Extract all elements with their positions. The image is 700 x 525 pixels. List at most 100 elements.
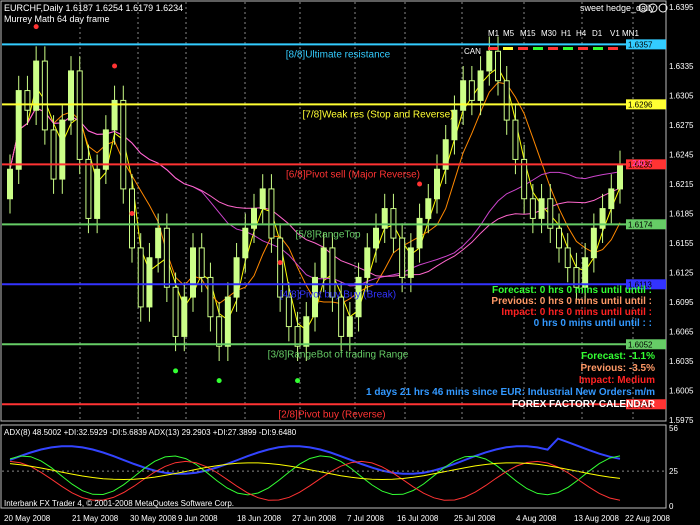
price-tick-label: 1.6095 [669, 298, 694, 307]
timeframe-signal [503, 47, 513, 50]
candle-body [7, 168, 13, 200]
price-tick-label: 1.6395 [669, 3, 694, 12]
timeframe-h1[interactable]: H1 [561, 29, 572, 38]
candle-body [564, 247, 571, 269]
candle-body [346, 316, 353, 337]
timeframe-signal [593, 47, 603, 50]
timeframe-m1[interactable]: M1 [488, 29, 500, 38]
date-label: 4 Aug 2008 [516, 514, 557, 523]
price-tick-label: 1.6215 [669, 180, 694, 189]
date-label: 9 Jun 2008 [178, 514, 218, 523]
timeframe-signal [563, 47, 573, 50]
price-axis: 1.6395 1.6335 1.6305 1.6275 1.6245 1.6215 1.61… [669, 3, 694, 425]
candle-body [407, 247, 414, 278]
fractal-dot [33, 24, 39, 30]
fractal-dot [417, 181, 423, 187]
date-label: 13 Aug 2008 [574, 514, 619, 523]
candle-body [529, 198, 536, 219]
price-tag-text: 1.6174 [628, 220, 653, 229]
candle-body [59, 119, 66, 180]
murrey-levels: [8/8]Ultimate resistance 1.6357 [7/8]Weak … [2, 39, 666, 420]
level-label: [6/8]Pivot sell (Major Reverse) [286, 169, 420, 180]
candle-body [120, 99, 127, 190]
candle-body [468, 80, 475, 101]
candle-body [190, 247, 196, 298]
candle-body [216, 316, 223, 347]
candle-body [608, 188, 615, 210]
candle-body [259, 188, 266, 210]
price-tag-text: 1.6357 [628, 40, 653, 49]
candle-body [198, 247, 205, 278]
price-tick-label: 1.6125 [669, 269, 694, 278]
can-label: CAN [464, 47, 481, 56]
candle-body [94, 168, 101, 219]
timeframe-signal [578, 47, 588, 50]
candle-body [582, 257, 589, 288]
timeframe-v1[interactable]: V1 [610, 29, 620, 38]
candle-body [268, 188, 275, 239]
candle-body [233, 257, 240, 298]
candle-body [495, 50, 501, 82]
timeframe-m30[interactable]: M30 [541, 29, 557, 38]
candle-body [15, 90, 22, 170]
candle-body [172, 286, 179, 337]
timeframe-h4[interactable]: H4 [576, 29, 587, 38]
candle-body [434, 168, 440, 200]
timeframe-signal [488, 47, 498, 50]
forecast-countdown-line: Previous: 0 hrs 0 mins until until : [491, 296, 652, 307]
candle-body [425, 198, 432, 219]
indicator-pane-frame [0, 424, 667, 509]
timeframe-signal [533, 47, 543, 50]
price-tick-label: 1.6035 [669, 357, 694, 366]
date-axis: 20 May 2008 21 May 2008 30 May 2008 9 Jun 2… [4, 514, 670, 523]
candle-body [320, 247, 327, 278]
candle-body [477, 70, 484, 101]
candle-body [137, 247, 144, 308]
date-label: 25 Jul 2008 [454, 514, 496, 523]
candle-body [50, 129, 57, 180]
forecast-countdown-line: Forecast: 0 hrs 0 mins until until : [492, 285, 652, 296]
symbol-info: EURCHF,Daily 1.6187 1.6254 1.6179 1.6234 [4, 3, 183, 13]
footer-copyright: Interbank FX Trader 4, © 2001-2008 MetaQ… [4, 499, 234, 508]
timeframe-d1[interactable]: D1 [592, 29, 603, 38]
candle-body [277, 237, 284, 298]
candle-body [285, 296, 292, 328]
candle-body [181, 296, 188, 337]
level-label: [3/8]RangeBot of trading Range [268, 349, 409, 360]
date-label: 27 Jun 2008 [292, 514, 337, 523]
timeframe-m15[interactable]: M15 [520, 29, 536, 38]
level-label: [5/8]RangeTop [295, 229, 360, 240]
candle-body [41, 60, 48, 131]
timeframe-m5[interactable]: M5 [503, 29, 515, 38]
candle-body [155, 227, 162, 259]
chart-window[interactable]: EURCHF,Daily 1.6187 1.6254 1.6179 1.6234… [0, 0, 700, 525]
price-tick-label: 1.6155 [669, 239, 694, 248]
candle-body [146, 257, 153, 308]
forecast-block-calendar: Forecast: -1.1%Previous: -3.5%Impact: Me… [366, 351, 656, 410]
level-label: [4/8]Pivot buy Buy (Break) [280, 289, 396, 300]
indicator-name: Murrey Math 64 day frame [4, 14, 110, 24]
candle-body [68, 70, 74, 121]
candle-body [338, 296, 345, 337]
timeframe-signal [608, 47, 618, 50]
adx-axis: 56 25 0 [669, 424, 678, 511]
adx-tick-label: 25 [669, 467, 678, 476]
forecast-calendar-line: 1 days 21 hrs 46 mins since EUR: Industr… [366, 387, 655, 398]
level-label: [8/8]Ultimate resistance [286, 49, 391, 60]
forecast-calendar-line: Impact: Medium [579, 375, 655, 386]
main-chart[interactable]: EURCHF,Daily 1.6187 1.6254 1.6179 1.6234… [0, 0, 700, 525]
candle-body [416, 217, 423, 249]
fractal-dot [173, 368, 179, 374]
forecast-block-countdown: Forecast: 0 hrs 0 mins until until :Prev… [491, 285, 652, 329]
adx-lines [2, 437, 665, 501]
candle-body [76, 70, 83, 160]
timeframe-mn1[interactable]: MN1 [622, 29, 639, 38]
adx-tick-label: 56 [669, 424, 678, 433]
candle-body [503, 80, 510, 121]
fractal-dot [277, 260, 283, 266]
plus-di-line [9, 455, 621, 496]
price-tick-label: 1.6245 [669, 151, 694, 160]
candle-body [590, 227, 597, 259]
date-label: 22 Aug 2008 [625, 514, 670, 523]
current-marker: 240.7 [632, 159, 653, 168]
